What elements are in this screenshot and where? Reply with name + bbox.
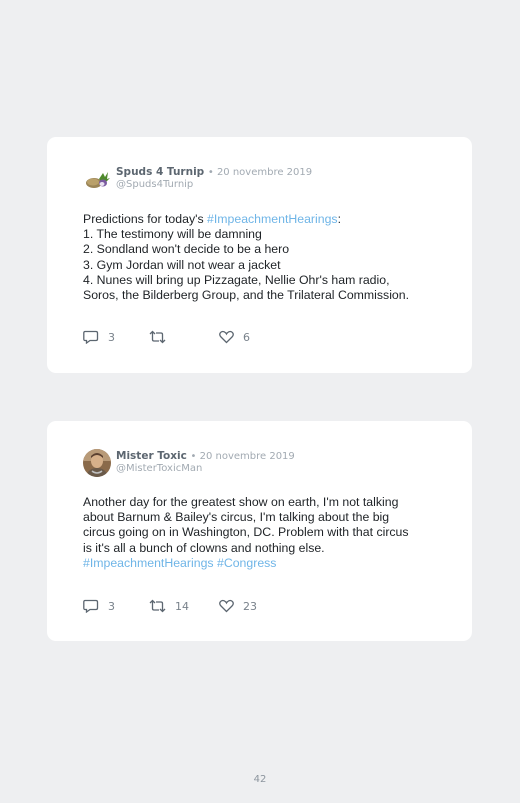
hashtag-link[interactable]: #ImpeachmentHearings [83,556,214,570]
tweet-actions: 3 14 23 [83,598,383,614]
reply-icon [83,599,99,613]
author-name[interactable]: Mister Toxic • 20 novembre 2019 [116,450,295,462]
heart-icon [219,330,234,344]
tweet-line: about Barnum & Bailey's circus, I'm talk… [83,510,453,525]
tweet-text-segment: 2. Sondland won't decide to be a hero [83,242,290,257]
tweet-text: Another day for the greatest show on ear… [83,495,453,571]
author-handle[interactable]: @Spuds4Turnip [116,179,193,190]
tweet-line: 1. The testimony will be damning [83,227,453,242]
reply-count: 3 [108,330,115,344]
tweet-text-segment: 4. Nunes will bring up Pizzagate, Nellie… [83,272,390,287]
retweet-count: 14 [175,599,189,613]
like-button[interactable]: 23 [219,598,257,614]
tweet-text-segment: 1. The testimony will be damning [83,227,262,242]
tweet-text: Predictions for today's #ImpeachmentHear… [83,212,453,303]
like-button[interactable]: 6 [219,329,250,345]
tweet-line: #ImpeachmentHearings #Congress [83,556,453,571]
tweet-line: 3. Gym Jordan will not wear a jacket [83,258,453,273]
heart-icon [219,599,234,613]
retweet-button[interactable] [149,329,175,345]
tweet-text-segment: about Barnum & Bailey's circus, I'm talk… [83,510,390,525]
tweet-text-segment: Soros, the Bilderberg Group, and the Tri… [83,288,410,303]
retweet-icon [149,330,166,344]
tweet-card: Mister Toxic • 20 novembre 2019 @MisterT… [47,421,472,641]
tweet-text-segment: Predictions for today's [83,212,208,226]
reply-count: 3 [108,599,115,613]
like-count: 23 [243,599,257,613]
reply-button[interactable]: 3 [83,598,115,614]
tweet-line: Soros, the Bilderberg Group, and the Tri… [83,288,453,303]
tweet-text-segment: 3. Gym Jordan will not wear a jacket [83,257,281,272]
tweet-line: is it's all a bunch of clowns and nothin… [83,541,453,556]
tweet-line: Another day for the greatest show on ear… [83,495,453,510]
hashtag-link[interactable]: #ImpeachmentHearings [207,212,338,226]
tweet-line: 4. Nunes will bring up Pizzagate, Nellie… [83,273,453,288]
author-name[interactable]: Spuds 4 Turnip • 20 novembre 2019 [116,166,312,178]
tweet-text-segment: circus going on in Washington, DC. Probl… [83,525,409,540]
tweet-card: Spuds 4 Turnip • 20 novembre 2019 @Spuds… [47,137,472,373]
hashtag-link[interactable]: #Congress [217,556,276,570]
tweet-date: 20 novembre 2019 [216,167,313,178]
avatar[interactable] [83,449,111,477]
tweet-line: Predictions for today's #ImpeachmentHear… [83,212,453,227]
tweet-text-segment: is it's all a bunch of clowns and nothin… [83,540,325,555]
avatar[interactable] [83,165,111,193]
reply-icon [83,330,99,344]
retweet-icon [149,599,166,613]
tweet-line: circus going on in Washington, DC. Probl… [83,525,453,540]
tweet-text-segment: : [337,212,341,226]
tweet-date: 20 novembre 2019 [199,451,295,462]
like-count: 6 [243,330,250,344]
tweet-text-segment: Another day for the greatest show on ear… [83,495,399,509]
author-handle[interactable]: @MisterToxicMan [116,463,202,474]
retweet-button[interactable]: 14 [149,598,189,614]
reply-button[interactable]: 3 [83,329,115,345]
page-number: 42 [253,774,267,785]
tweet-actions: 3 6 [83,329,383,345]
tweet-line: 2. Sondland won't decide to be a hero [83,242,453,257]
